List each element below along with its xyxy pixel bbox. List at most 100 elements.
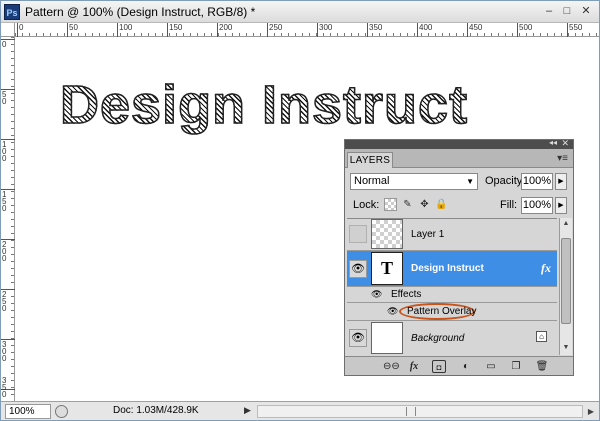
panel-tab-bar: LAYERS ▾≡: [345, 149, 573, 168]
layers-panel: ◂◂ ✕ LAYERS ▾≡ Normal ▼ Opacity: 100% ▶ …: [344, 138, 574, 376]
ruler-tick: [17, 23, 18, 37]
title-bar[interactable]: Ps Pattern @ 100% (Design Instruct, RGB/…: [1, 1, 599, 23]
ruler-number: 350: [2, 376, 7, 399]
zoom-input[interactable]: 100%: [5, 404, 51, 419]
ruler-number: 200: [2, 240, 7, 263]
scroll-up-icon[interactable]: ▲: [560, 218, 572, 229]
ruler-number: 150: [169, 23, 183, 32]
ruler-tick: [317, 23, 318, 37]
ruler-tick: [67, 23, 68, 37]
status-info-icon[interactable]: [55, 405, 68, 418]
photoshop-document-window: Ps Pattern @ 100% (Design Instruct, RGB/…: [0, 0, 600, 421]
panel-menu-icon[interactable]: ▾≡: [557, 153, 568, 164]
layers-scrollbar[interactable]: ▲ ▼: [559, 218, 572, 355]
horizontal-ruler[interactable]: 0 50 100 150 200 250 300 350 400 450 500…: [15, 23, 599, 37]
ruler-tick: [467, 23, 468, 37]
trash-icon[interactable]: 🗑: [535, 360, 549, 373]
ruler-number: 0: [19, 23, 24, 32]
photoshop-app-icon: Ps: [4, 4, 20, 20]
layer-thumbnail-white: [371, 322, 403, 354]
link-layers-icon[interactable]: ⊖⊖: [383, 360, 400, 373]
document-title: Pattern @ 100% (Design Instruct, RGB/8) …: [25, 5, 256, 19]
lock-all-icon[interactable]: 🔒: [435, 198, 448, 211]
ruler-number: 400: [419, 23, 433, 32]
ruler-number: 350: [369, 23, 383, 32]
adjustment-layer-icon[interactable]: ◐: [459, 360, 473, 373]
fill-label: Fill:: [500, 199, 518, 211]
fill-input[interactable]: 100%: [521, 197, 553, 214]
minimize-button[interactable]: –: [541, 4, 557, 19]
effect-row-pattern-overlay[interactable]: 👁 Pattern Overlay: [347, 303, 557, 321]
lock-image-pixels-icon[interactable]: ✎: [401, 198, 414, 211]
add-mask-icon[interactable]: ◘: [432, 360, 446, 373]
layer-name: Background: [411, 333, 465, 344]
scrollbar-thumb[interactable]: [406, 407, 416, 416]
ruler-tick: [167, 23, 168, 37]
layer-name: Design Instruct: [411, 263, 484, 274]
opacity-label: Opacity:: [485, 175, 526, 187]
fx-icon[interactable]: fx: [541, 261, 551, 276]
new-group-icon[interactable]: ▭: [484, 360, 498, 373]
ruler-number: 100: [119, 23, 133, 32]
blend-mode-select[interactable]: Normal ▼: [350, 173, 478, 190]
ruler-number: 50: [2, 90, 7, 106]
lock-label: Lock:: [353, 199, 380, 211]
ruler-number: 300: [319, 23, 333, 32]
ruler-tick: [567, 23, 568, 37]
close-panel-icon[interactable]: ✕: [561, 138, 569, 149]
eye-icon[interactable]: 👁: [349, 329, 367, 347]
eye-icon[interactable]: 👁: [387, 306, 398, 317]
layer-row-background[interactable]: 👁 Background ⌂: [347, 321, 557, 355]
ruler-number: 200: [219, 23, 233, 32]
opacity-input[interactable]: 100%: [521, 173, 553, 190]
add-layer-style-icon[interactable]: fx: [407, 360, 421, 373]
scroll-right-icon[interactable]: ▶: [585, 405, 597, 418]
scrollbar-thumb[interactable]: [561, 238, 571, 324]
ruler-number: 450: [469, 23, 483, 32]
scroll-down-icon[interactable]: ▼: [560, 342, 572, 353]
effects-group-row[interactable]: 👁 Effects: [347, 287, 557, 303]
ruler-number: 0: [2, 40, 7, 49]
collapse-panel-icon[interactable]: ◂◂: [549, 138, 557, 147]
horizontal-scrollbar[interactable]: [257, 405, 583, 418]
fill-slider-button[interactable]: ▶: [555, 197, 567, 214]
ruler-tick: [517, 23, 518, 37]
layers-panel-footer: ⊖⊖ fx ◘ ◐ ▭ ❐ 🗑: [345, 356, 573, 375]
canvas-text-design-instruct[interactable]: Design Instruct: [59, 74, 468, 136]
vertical-ruler[interactable]: 0 50 100 150 200 250 300 350: [1, 37, 15, 401]
ruler-number: 550: [569, 23, 583, 32]
ruler-number: 150: [2, 190, 7, 213]
document-size-info: Doc: 1.03M/428.9K: [113, 405, 199, 416]
lock-transparent-pixels-icon[interactable]: [384, 198, 397, 211]
opacity-slider-button[interactable]: ▶: [555, 173, 567, 190]
blend-mode-value: Normal: [354, 175, 390, 187]
new-layer-icon[interactable]: ❐: [509, 360, 523, 373]
ruler-number: 500: [519, 23, 533, 32]
panel-header-strip[interactable]: ◂◂ ✕: [345, 138, 573, 149]
maximize-button[interactable]: □: [559, 4, 575, 19]
ruler-number: 50: [69, 23, 78, 32]
ruler-tick: [417, 23, 418, 37]
effects-label: Effects: [391, 289, 422, 300]
ruler-tick: [367, 23, 368, 37]
lock-icon: ⌂: [536, 331, 547, 342]
eye-icon[interactable]: 👁: [371, 289, 382, 300]
status-bar: 100% Doc: 1.03M/428.9K ▶ ▶: [1, 401, 599, 420]
layer-row-layer-1[interactable]: Layer 1: [347, 219, 557, 251]
visibility-toggle-empty[interactable]: [349, 225, 367, 243]
layer-name: Layer 1: [411, 229, 445, 240]
layer-row-design-instruct[interactable]: 👁 T Design Instruct fx: [347, 251, 557, 287]
eye-icon[interactable]: 👁: [349, 260, 367, 278]
tab-layers[interactable]: LAYERS: [347, 152, 393, 168]
ruler-number: 300: [2, 340, 7, 363]
lock-position-icon[interactable]: ✥: [418, 198, 431, 211]
ruler-tick: [267, 23, 268, 37]
status-menu-icon[interactable]: ▶: [244, 405, 251, 416]
layer-thumbnail-transparent: [371, 219, 403, 249]
ruler-origin[interactable]: [1, 23, 15, 37]
ruler-number: 250: [269, 23, 283, 32]
ruler-number: 100: [2, 140, 7, 163]
chevron-down-icon: ▼: [466, 177, 474, 186]
close-button[interactable]: ✕: [578, 4, 594, 19]
layers-list: Layer 1 👁 T Design Instruct fx 👁 Effects…: [347, 218, 557, 355]
